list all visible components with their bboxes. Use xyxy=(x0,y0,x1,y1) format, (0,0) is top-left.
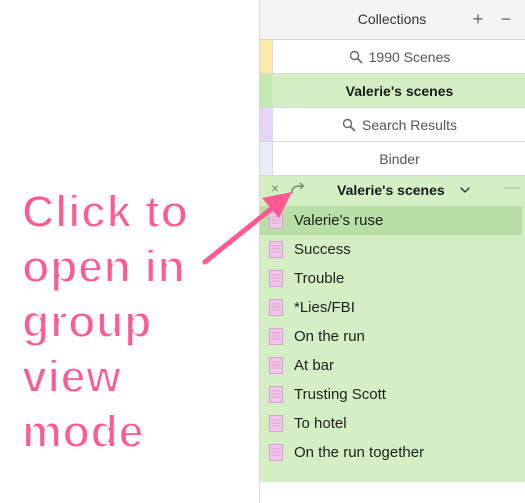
active-collection-pane: × Valerie's scenes — Valerie's ruse Succ… xyxy=(260,176,525,482)
search-icon xyxy=(349,50,362,63)
collection-tab-binder[interactable]: Binder xyxy=(260,142,525,176)
list-item[interactable]: Success xyxy=(260,235,525,264)
document-label: Valerie's ruse xyxy=(294,212,384,229)
list-item[interactable]: Trouble xyxy=(260,264,525,293)
document-label: *Lies/FBI xyxy=(294,299,355,316)
document-icon xyxy=(269,357,283,374)
document-icon xyxy=(269,212,283,229)
close-collection-button[interactable]: × xyxy=(271,180,279,196)
add-collection-button[interactable]: + xyxy=(468,8,488,30)
document-label: On the run xyxy=(294,328,365,345)
document-icon xyxy=(269,299,283,316)
document-label: Success xyxy=(294,241,351,258)
collection-tab-label: Binder xyxy=(379,150,420,167)
callout-text-line: open in xyxy=(21,240,186,293)
document-icon xyxy=(269,270,283,287)
list-item[interactable]: Trusting Scott xyxy=(260,380,525,409)
collection-color-stripe xyxy=(260,108,273,141)
list-item[interactable]: Valerie's ruse xyxy=(260,206,522,235)
list-item[interactable]: On the run xyxy=(260,322,525,351)
collections-panel: Collections + − 1990 Scenes Valerie's sc… xyxy=(259,0,525,503)
list-item[interactable]: To hotel xyxy=(260,409,525,438)
screenshot-canvas: Collections + − 1990 Scenes Valerie's sc… xyxy=(0,0,525,503)
collection-toolbar: × Valerie's scenes — xyxy=(260,176,525,204)
callout-text-line: view xyxy=(21,350,122,403)
search-icon xyxy=(342,118,356,131)
collections-header: Collections + − xyxy=(260,0,525,40)
chevron-down-icon[interactable] xyxy=(459,184,471,196)
document-icon xyxy=(269,241,283,258)
collapse-collection-button[interactable]: — xyxy=(504,179,520,197)
list-item[interactable]: On the run together xyxy=(260,438,525,467)
remove-collection-button[interactable]: − xyxy=(496,8,516,30)
document-icon xyxy=(269,444,283,461)
collection-tab-search-results[interactable]: Search Results xyxy=(260,108,525,142)
collection-tab-label: Valerie's scenes xyxy=(345,82,454,99)
document-icon xyxy=(269,386,283,403)
collection-color-stripe xyxy=(260,142,273,175)
callout-text-line: group xyxy=(21,295,152,348)
list-item[interactable]: *Lies/FBI xyxy=(260,293,525,322)
document-label: At bar xyxy=(294,357,335,374)
document-label: Trouble xyxy=(294,270,345,287)
document-icon xyxy=(269,328,283,345)
collection-tab-label: 1990 Scenes xyxy=(368,48,451,65)
list-item[interactable]: At bar xyxy=(260,351,525,380)
collection-tab-valeries-scenes[interactable]: Valerie's scenes xyxy=(260,74,525,108)
document-icon xyxy=(269,415,283,432)
collection-tab-1990-scenes[interactable]: 1990 Scenes xyxy=(260,40,525,74)
document-label: Trusting Scott xyxy=(294,386,386,403)
collection-tab-label: Search Results xyxy=(362,116,457,133)
group-view-mode-icon[interactable] xyxy=(288,179,308,199)
document-list: Valerie's ruse Success Trouble *Lies/FBI… xyxy=(260,206,525,467)
callout-text-line: mode xyxy=(21,405,145,458)
collection-color-stripe xyxy=(260,74,273,107)
instruction-callout: Click to open in group view mode xyxy=(21,184,222,459)
callout-text-line: Click to xyxy=(21,185,189,238)
document-label: To hotel xyxy=(294,415,347,432)
document-label: On the run together xyxy=(294,444,425,461)
collection-color-stripe xyxy=(260,40,273,73)
collection-title[interactable]: Valerie's scenes xyxy=(337,182,445,198)
